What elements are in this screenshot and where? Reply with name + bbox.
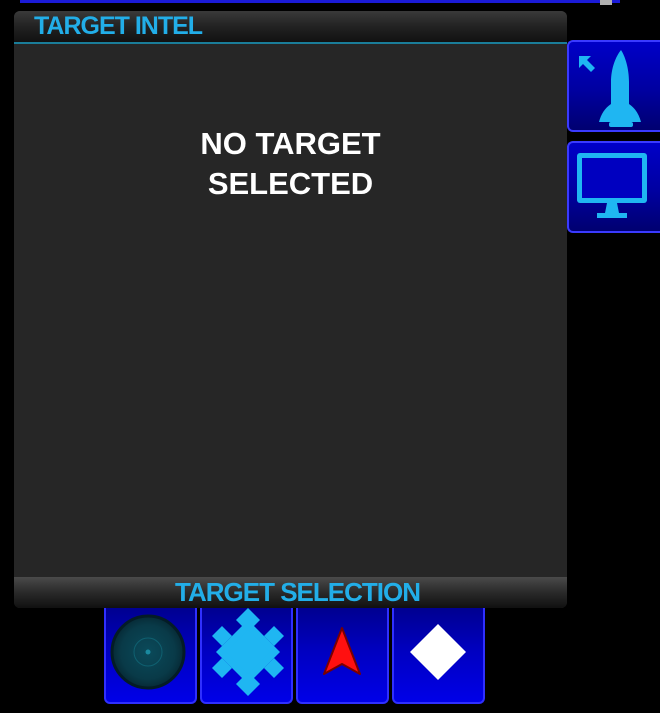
ship-jump-button[interactable] <box>567 40 660 132</box>
top-border-line <box>20 0 620 3</box>
monitor-icon <box>577 153 647 218</box>
ship-jump-icon <box>579 50 641 127</box>
cluster-diamond-icon <box>212 608 284 696</box>
target-type-buttons <box>104 608 486 704</box>
no-target-message: NO TARGET SELECTED <box>14 124 567 204</box>
cluster-target-button[interactable] <box>200 608 293 704</box>
no-target-line1: NO TARGET <box>200 126 381 161</box>
radar-icon <box>110 614 186 690</box>
top-border-nub <box>600 0 612 5</box>
panel-footer: TARGET SELECTION <box>14 577 567 608</box>
radar-target-button[interactable] <box>104 608 197 704</box>
panel-title: TARGET INTEL <box>34 12 203 40</box>
target-intel-panel: TARGET INTEL NO TARGET SELECTED TARGET S… <box>14 11 567 608</box>
hostile-target-button[interactable] <box>296 608 389 704</box>
red-arrow-icon <box>323 627 361 675</box>
white-diamond-icon <box>410 624 466 680</box>
waypoint-target-button[interactable] <box>392 608 485 704</box>
target-selection-label: TARGET SELECTION <box>175 577 421 607</box>
no-target-line2: SELECTED <box>207 166 374 201</box>
monitor-button[interactable] <box>567 141 660 233</box>
panel-header: TARGET INTEL <box>14 11 567 44</box>
